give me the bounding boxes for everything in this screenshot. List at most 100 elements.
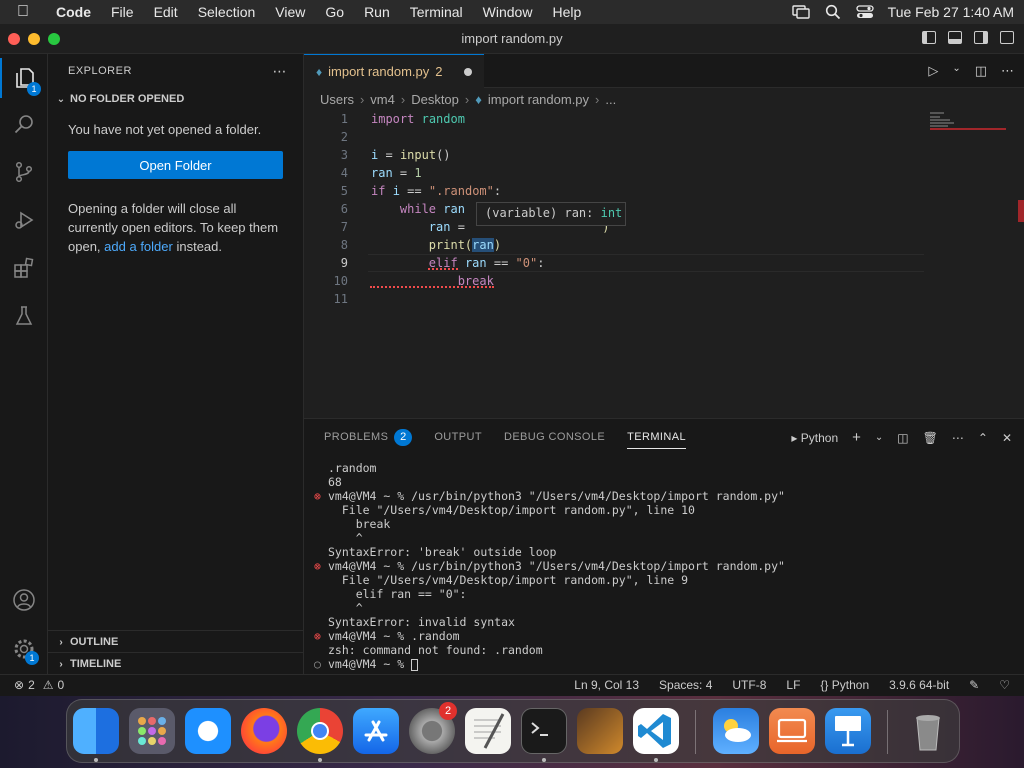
control-center-icon[interactable] xyxy=(856,5,874,19)
launchpad-icon[interactable] xyxy=(129,708,175,754)
more-actions-icon[interactable]: ⋯ xyxy=(273,63,288,80)
command-error-icon[interactable]: ⊗ xyxy=(314,559,328,573)
chevron-down-icon[interactable]: ⌄ xyxy=(875,432,883,443)
accounts-icon[interactable] xyxy=(0,580,48,620)
menu-run[interactable]: Run xyxy=(354,4,400,20)
terminal-line-text: ^ xyxy=(328,601,363,615)
breadcrumb-users[interactable]: Users xyxy=(320,92,354,107)
new-terminal-icon[interactable]: + xyxy=(852,429,861,446)
menu-file[interactable]: File xyxy=(101,4,144,20)
tab-problems[interactable]: PROBLEMS 2 xyxy=(324,428,413,446)
unsaved-dot-icon[interactable] xyxy=(464,68,472,76)
python-interpreter[interactable]: 3.9.6 64-bit xyxy=(889,678,949,692)
run-python-file-icon[interactable]: ▷ xyxy=(928,63,938,79)
command-pending-icon[interactable]: ○ xyxy=(314,657,328,671)
open-folder-button[interactable]: Open Folder xyxy=(68,151,283,179)
menu-terminal[interactable]: Terminal xyxy=(400,4,473,20)
more-actions-icon[interactable]: ⋯ xyxy=(1001,63,1014,79)
chrome-icon[interactable] xyxy=(297,708,343,754)
menu-view[interactable]: View xyxy=(265,4,315,20)
vscode-icon[interactable] xyxy=(633,708,679,754)
breadcrumb-desktop[interactable]: Desktop xyxy=(411,92,459,107)
terminal-line-text: File "/Users/vm4/Desktop/import random.p… xyxy=(328,503,695,517)
menu-app-code[interactable]: Code xyxy=(46,4,101,20)
chevron-down-icon: ⌄ xyxy=(56,93,66,105)
menu-selection[interactable]: Selection xyxy=(188,4,266,20)
notifications-bell-icon[interactable]: ♡ xyxy=(999,678,1010,692)
apple-icon[interactable]:  xyxy=(0,3,46,21)
tab-output[interactable]: OUTPUT xyxy=(434,431,482,443)
code-line: 1 import random xyxy=(340,112,465,126)
textedit-icon[interactable] xyxy=(465,708,511,754)
weather-cloud-icon[interactable] xyxy=(713,708,759,754)
command-error-icon[interactable]: ⊗ xyxy=(314,489,328,503)
system-settings-gear-icon[interactable]: 2 xyxy=(409,702,457,754)
terminal-shell-selector[interactable]: ▸ Python xyxy=(791,431,838,445)
timeline-section[interactable]: › TIMELINE xyxy=(48,652,304,675)
manage-gear-icon[interactable]: 1 xyxy=(0,629,48,669)
search-icon[interactable] xyxy=(0,104,48,144)
outline-section[interactable]: › OUTLINE xyxy=(48,630,304,653)
file-encoding[interactable]: UTF-8 xyxy=(732,678,766,692)
scrollbar-error-marker[interactable] xyxy=(1018,200,1024,222)
firefox-icon[interactable] xyxy=(241,708,287,754)
garageband-guitar-icon[interactable] xyxy=(577,708,623,754)
terminal-line: elif ran == "0": xyxy=(314,587,1014,601)
toggle-primary-sidebar-icon[interactable] xyxy=(922,31,936,44)
testing-icon[interactable] xyxy=(0,296,48,336)
explorer-icon[interactable]: 1 xyxy=(0,58,48,98)
outline-title: OUTLINE xyxy=(70,636,119,648)
terminal-output[interactable]: .random 68 ⊗ vm4@VM4 ~ % /usr/bin/python3 … xyxy=(314,461,1014,671)
editor-tab-import-random[interactable]: ♦ import random.py 2 xyxy=(304,54,484,88)
split-editor-icon[interactable]: ◫ xyxy=(975,63,987,79)
cursor-position[interactable]: Ln 9, Col 13 xyxy=(574,678,639,692)
screen-mirroring-icon[interactable] xyxy=(791,5,810,19)
breadcrumb-vm4[interactable]: vm4 xyxy=(370,92,395,107)
kill-terminal-trash-icon[interactable]: 🗑 xyxy=(923,431,938,445)
chevron-down-icon[interactable]: ⌄ xyxy=(952,63,960,79)
run-debug-icon[interactable] xyxy=(0,200,48,240)
menubar-clock[interactable]: Tue Feb 27 1:40 AM xyxy=(888,4,1014,20)
breadcrumb-symbols[interactable]: ... xyxy=(605,92,616,107)
finder-icon[interactable] xyxy=(73,708,119,754)
toggle-secondary-sidebar-icon[interactable] xyxy=(974,31,988,44)
terminal-app-icon[interactable] xyxy=(521,708,567,754)
bottom-panel: PROBLEMS 2 OUTPUT DEBUG CONSOLE TERMINAL … xyxy=(304,418,1024,674)
tab-terminal[interactable]: TERMINAL xyxy=(627,431,686,449)
code-editor[interactable]: 1 import random 2 3 i = input() 4 ran = … xyxy=(304,110,1024,418)
trash-icon[interactable] xyxy=(905,708,951,754)
chevron-right-icon: › xyxy=(59,658,63,670)
keynote-podium-icon[interactable] xyxy=(825,708,871,754)
close-panel-icon[interactable]: ✕ xyxy=(1002,431,1012,445)
error-squiggle xyxy=(428,267,458,270)
menu-window[interactable]: Window xyxy=(473,4,543,20)
end-of-line[interactable]: LF xyxy=(786,678,800,692)
menu-help[interactable]: Help xyxy=(542,4,591,20)
remote-desktop-icon[interactable] xyxy=(769,708,815,754)
split-terminal-icon[interactable]: ◫ xyxy=(897,431,908,445)
extensions-icon[interactable] xyxy=(0,248,48,288)
feedback-icon[interactable]: ✎ xyxy=(969,678,979,692)
terminal-line-text: 68 xyxy=(328,475,342,489)
indentation[interactable]: Spaces: 4 xyxy=(659,678,712,692)
tab-debug-console[interactable]: DEBUG CONSOLE xyxy=(504,431,605,443)
customize-layout-icon[interactable] xyxy=(1000,31,1014,44)
menu-go[interactable]: Go xyxy=(315,4,354,20)
safari-compass-icon[interactable] xyxy=(185,708,231,754)
maximize-panel-chevron-up-icon[interactable]: ⌃ xyxy=(978,431,988,445)
add-folder-link[interactable]: add a folder xyxy=(104,239,173,254)
minimap[interactable] xyxy=(930,110,1010,140)
menu-edit[interactable]: Edit xyxy=(144,4,188,20)
breadcrumb-file[interactable]: import random.py xyxy=(488,92,589,107)
toggle-panel-icon[interactable] xyxy=(948,31,962,44)
terminal-gutter xyxy=(314,615,328,629)
language-mode[interactable]: {} Python xyxy=(820,678,869,692)
app-store-icon[interactable] xyxy=(353,708,399,754)
problems-status[interactable]: ⊗ 2 ⚠ 0 xyxy=(14,678,64,692)
source-control-icon[interactable] xyxy=(0,152,48,192)
more-actions-icon[interactable]: ⋯ xyxy=(952,431,964,445)
command-error-icon[interactable]: ⊗ xyxy=(314,629,328,643)
spotlight-search-icon[interactable] xyxy=(824,4,842,20)
timeline-title: TIMELINE xyxy=(70,658,122,670)
no-folder-section[interactable]: ⌄ NO FOLDER OPENED xyxy=(48,88,303,110)
